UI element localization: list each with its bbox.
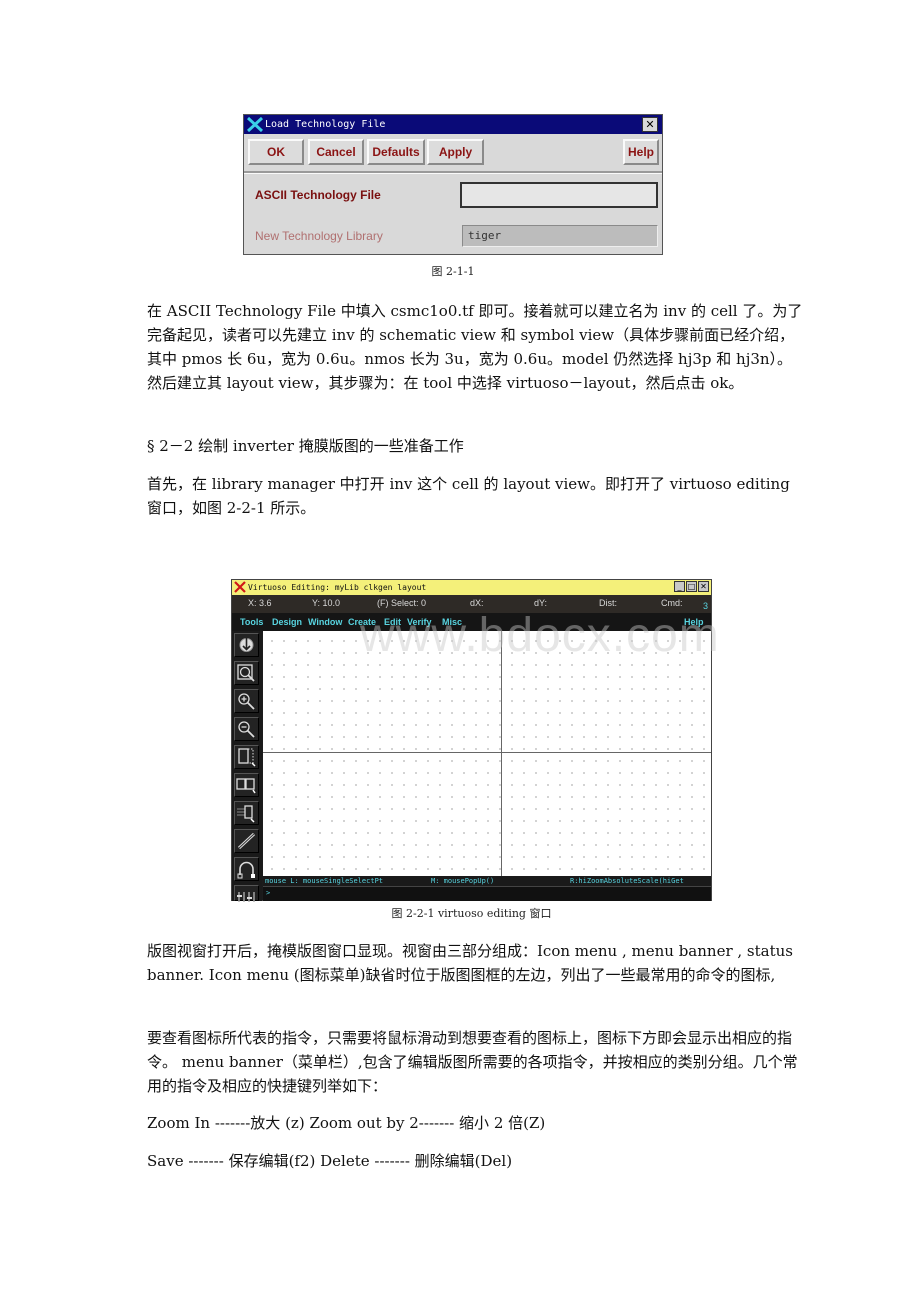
menu-create[interactable]: Create (348, 613, 376, 631)
section-heading: § 2－2 绘制 inverter 掩膜版图的一些准备工作 (147, 437, 464, 455)
icon-button-stretch[interactable] (234, 745, 259, 769)
close-button[interactable]: ✕ (642, 117, 658, 132)
status-dy: dY: (534, 598, 548, 608)
icon-button-move[interactable] (234, 801, 259, 825)
paragraph-4: 要查看图标所代表的指令，只需要将鼠标滑动到想要查看的图标上，图标下方即会显示出相… (147, 1026, 807, 1098)
close-icon[interactable]: ✕ (698, 581, 709, 592)
paragraph-1: 在 ASCII Technology File 中填入 csmc1o0.tf 即… (147, 299, 807, 395)
zoom-fit-icon (237, 664, 255, 682)
virtuoso-titlebar: Virtuoso Editing: myLib clkgen layout _ … (232, 580, 711, 595)
stretch-icon (238, 748, 256, 767)
virtuoso-title: Virtuoso Editing: myLib clkgen layout (248, 583, 427, 592)
mouse-bindings-bar: mouse L: mouseSingleSelectPt M: mousePop… (263, 876, 711, 886)
ruler-icon (237, 861, 255, 879)
figure-caption-2-2-1: 图 2-2-1 virtuoso editing 窗口 (391, 907, 552, 920)
path-icon (237, 832, 256, 850)
window-controls: _ □ ✕ (674, 581, 709, 592)
status-banner: X: 3.6 Y: 10.0 (F) Select: 0 dX: dY: Dis… (232, 595, 711, 613)
icon-button-save[interactable] (234, 633, 259, 657)
menu-help[interactable]: Help (684, 613, 704, 631)
menu-banner: Tools Design Window Create Edit Verify M… (232, 613, 711, 631)
icon-button-zoom-out[interactable] (234, 717, 259, 741)
menu-verify[interactable]: Verify (407, 613, 432, 631)
paragraph-text: 版图视窗打开后，掩模版图窗口显现。视窗由三部分组成：Icon menu , me… (147, 942, 793, 984)
mouse-middle-binding: M: mousePopUp() (431, 877, 495, 885)
icon-button-path[interactable] (234, 829, 259, 853)
shortcut-line-2: Save ------- 保存编辑(f2) Delete ------- 删除编… (147, 1152, 513, 1170)
maximize-icon[interactable]: □ (686, 581, 697, 592)
status-cmd-value: 3 (703, 601, 709, 611)
icon-button-options[interactable] (234, 885, 259, 902)
status-cmd: Cmd: (661, 598, 683, 608)
x-axis-line (263, 752, 711, 753)
status-dx: dX: (470, 598, 484, 608)
apply-button[interactable]: Apply (427, 139, 484, 165)
status-y: Y: 10.0 (312, 598, 341, 608)
dialog-titlebar: Load Technology File ✕ (244, 115, 662, 134)
new-technology-library-input: tiger (462, 225, 658, 247)
move-icon (237, 805, 255, 823)
command-input[interactable]: > (263, 886, 711, 901)
figure-caption-2-1-1: 图 2-1-1 (431, 265, 475, 278)
menu-edit[interactable]: Edit (384, 613, 401, 631)
y-axis-line (501, 631, 502, 876)
defaults-button[interactable]: Defaults (367, 139, 425, 165)
layout-canvas[interactable] (263, 631, 711, 876)
minimize-icon[interactable]: _ (674, 581, 685, 592)
menu-misc[interactable]: Misc (442, 613, 462, 631)
icon-button-zoom-fit[interactable] (234, 661, 259, 685)
menu-tools[interactable]: Tools (240, 613, 263, 631)
dialog-title: Load Technology File (265, 119, 386, 130)
ascii-technology-file-input[interactable] (460, 182, 658, 208)
cadence-logo-icon (234, 581, 246, 593)
cadence-logo-icon (247, 117, 263, 132)
icon-button-copy[interactable] (234, 773, 259, 797)
mouse-left-binding: mouse L: mouseSingleSelectPt (265, 877, 384, 885)
ascii-technology-file-label: ASCII Technology File (255, 188, 381, 202)
virtuoso-editing-window: Virtuoso Editing: myLib clkgen layout _ … (231, 579, 712, 902)
new-technology-library-label: New Technology Library (255, 229, 383, 243)
paragraph-2: 首先，在 library manager 中打开 inv 这个 cell 的 l… (147, 472, 807, 520)
cancel-button[interactable]: Cancel (308, 139, 364, 165)
icon-button-zoom-in[interactable] (234, 689, 259, 713)
ok-button[interactable]: OK (248, 139, 304, 165)
status-x: X: 3.6 (248, 598, 272, 608)
icon-button-ruler[interactable] (234, 857, 259, 881)
paragraph-text: 在 ASCII Technology File 中填入 csmc1o0.tf 即… (147, 302, 803, 392)
mouse-right-binding: R:hiZoomAbsoluteScale(hiGet (570, 877, 684, 885)
menu-design[interactable]: Design (272, 613, 302, 631)
menu-window[interactable]: Window (308, 613, 342, 631)
zoom-in-icon (238, 693, 255, 710)
status-select: (F) Select: 0 (377, 598, 427, 608)
load-technology-file-dialog: Load Technology File ✕ OK Cancel Default… (243, 114, 663, 255)
copy-icon (236, 778, 256, 794)
save-icon (239, 638, 254, 652)
help-button[interactable]: Help (623, 139, 659, 165)
icon-menu (232, 631, 262, 902)
status-dist: Dist: (599, 598, 617, 608)
paragraph-text: 首先，在 library manager 中打开 inv 这个 cell 的 l… (147, 475, 790, 517)
paragraph-text: 要查看图标所代表的指令，只需要将鼠标滑动到想要查看的图标上，图标下方即会显示出相… (147, 1029, 798, 1095)
close-icon: ✕ (645, 118, 655, 131)
paragraph-3: 版图视窗打开后，掩模版图窗口显现。视窗由三部分组成：Icon menu , me… (147, 939, 807, 987)
zoom-out-icon (238, 721, 255, 738)
shortcut-line-1: Zoom In -------放大 (z) Zoom out by 2-----… (147, 1114, 546, 1132)
dialog-separator (244, 171, 662, 174)
